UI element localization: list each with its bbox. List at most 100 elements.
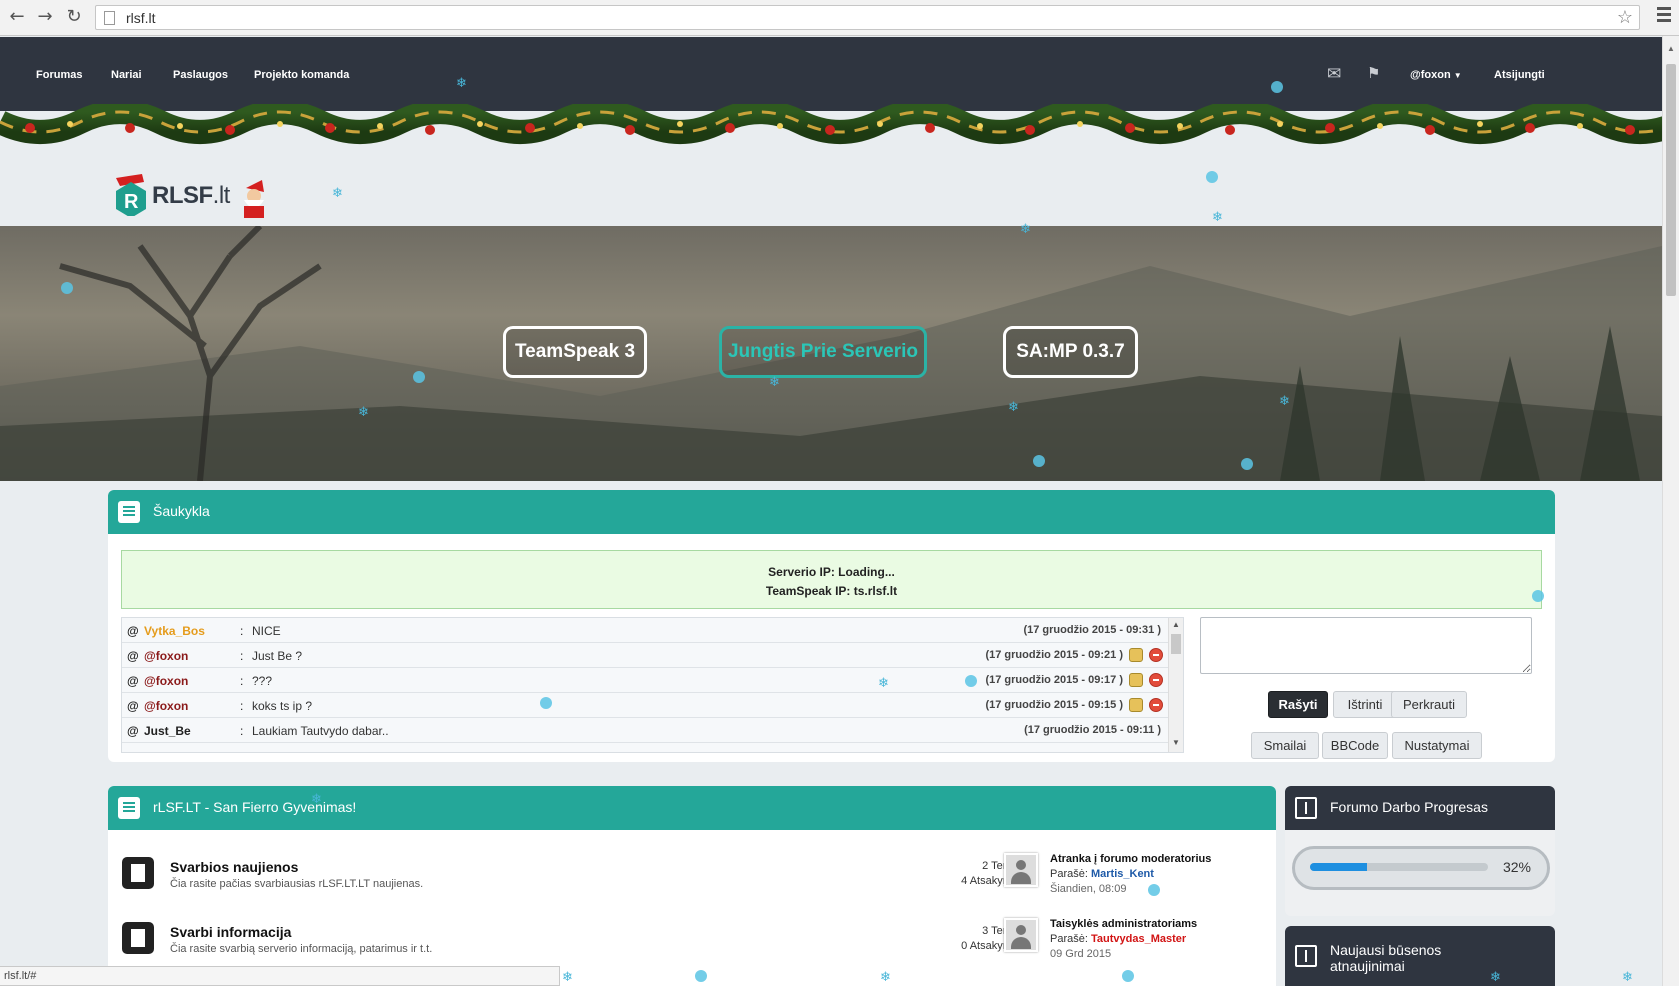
last-post-title[interactable]: Taisyklės administratoriams — [1050, 918, 1197, 930]
reload-button[interactable]: Perkrauti — [1391, 691, 1467, 718]
forum-category-header: rLSF.LT - San Fierro Gyvenimas! — [108, 786, 1276, 830]
browser-status-bar: rlsf.lt/# — [0, 966, 560, 986]
shout-time: (17 gruodžio 2015 - 09:31 ) — [1023, 624, 1161, 636]
shout-row: @ Vytka_Bos : NICE (17 gruodžio 2015 - 0… — [122, 618, 1183, 643]
mention-icon[interactable]: @ — [127, 649, 139, 663]
last-post-title[interactable]: Atranka į forumo moderatorius — [1050, 853, 1211, 865]
forum-stats: 2 Temų 4 Atsakymų — [858, 859, 1018, 889]
nav-paslaugos[interactable]: Paslaugos — [173, 69, 228, 81]
progress-title: Forumo Darbo Progresas — [1330, 799, 1488, 815]
forum-name[interactable]: Svarbios naujienos — [170, 859, 298, 875]
address-bar[interactable]: rlsf.lt ☆ — [95, 5, 1640, 30]
edit-icon[interactable] — [1129, 673, 1143, 687]
delete-icon[interactable] — [1149, 648, 1163, 662]
browser-menu-icon[interactable] — [1657, 7, 1671, 25]
join-server-button[interactable]: Jungtis Prie Serverio — [719, 326, 927, 378]
edit-icon[interactable] — [1129, 698, 1143, 712]
page-scrollbar[interactable]: ▲ — [1662, 36, 1679, 986]
forum-category-title[interactable]: rLSF.LT - San Fierro Gyvenimas! — [153, 799, 356, 815]
last-post-date: 09 Grd 2015 — [1050, 948, 1112, 960]
teamspeak-ip: TeamSpeak IP: ts.rlsf.lt — [765, 584, 898, 598]
reply-count: 4 Atsakymų — [961, 875, 1018, 887]
messages-icon[interactable]: ✉ — [1327, 64, 1341, 84]
delete-icon[interactable] — [1149, 673, 1163, 687]
forum-stats: 3 Temų 0 Atsakymų — [858, 924, 1018, 954]
shout-input[interactable] — [1200, 617, 1532, 674]
shout-message: ??? — [252, 674, 273, 688]
shout-user[interactable]: Just_Be — [144, 724, 191, 738]
site-logo[interactable]: R RLSF.lt — [112, 172, 272, 220]
clear-button[interactable]: Ištrinti — [1333, 691, 1397, 718]
logout-link[interactable]: Atsijungti — [1494, 69, 1545, 81]
forum-icon — [122, 922, 154, 954]
shout-user[interactable]: Vytka_Bos — [144, 624, 205, 638]
mention-icon[interactable]: @ — [127, 624, 139, 638]
user-menu[interactable]: @foxon ▼ — [1410, 69, 1462, 81]
shout-message: Laukiam Tautvydo dabar.. — [252, 724, 389, 738]
progress-percent: 32% — [1502, 859, 1531, 875]
status-updates-panel: Naujausi būsenos atnaujinimai — [1285, 926, 1555, 986]
shout-time: (17 gruodžio 2015 - 09:21 ) — [985, 649, 1123, 661]
shout-list[interactable]: @ Vytka_Bos : NICE (17 gruodžio 2015 - 0… — [121, 617, 1184, 753]
samp-button[interactable]: SA:MP 0.3.7 — [1003, 326, 1138, 378]
mention-icon[interactable]: @ — [127, 724, 139, 738]
delete-icon[interactable] — [1149, 698, 1163, 712]
shout-time: (17 gruodžio 2015 - 09:17 ) — [985, 674, 1123, 686]
scroll-thumb[interactable] — [1666, 64, 1676, 296]
nav-projekto-komanda[interactable]: Projekto komanda — [254, 69, 349, 81]
status-updates-title: Naujausi būsenos atnaujinimai — [1330, 942, 1442, 974]
server-ip: Serverio IP: Loading... — [768, 565, 895, 579]
shout-user[interactable]: @foxon — [144, 699, 188, 713]
url-text[interactable]: rlsf.lt — [126, 10, 156, 26]
back-icon[interactable]: ← — [6, 6, 28, 28]
last-post-date: Šiandien, 08:09 — [1050, 883, 1127, 895]
forum-description: Čia rasite svarbią serverio informaciją,… — [170, 943, 433, 955]
settings-button[interactable]: Nustatymai — [1392, 732, 1482, 759]
scroll-up-icon[interactable]: ▲ — [1172, 620, 1180, 629]
mention-icon[interactable]: @ — [127, 674, 139, 688]
author-link[interactable]: Martis_Kent — [1091, 868, 1154, 880]
page-icon — [104, 11, 115, 25]
shout-row: @ @foxon : koks ts ip ? (17 gruodžio 201… — [122, 693, 1183, 718]
avatar[interactable] — [1004, 918, 1038, 952]
forum-name[interactable]: Svarbi informacija — [170, 924, 291, 940]
shout-row: @ @foxon : ??? (17 gruodžio 2015 - 09:17… — [122, 668, 1183, 693]
shout-user[interactable]: @foxon — [144, 649, 188, 663]
logo-mark-icon: R — [116, 174, 146, 216]
snowflake-icon: ❄ — [1622, 970, 1633, 985]
edit-icon[interactable] — [1129, 648, 1143, 662]
shout-message: Just Be ? — [252, 649, 303, 663]
topic-count: 2 Temų — [982, 860, 1018, 872]
server-info-box: Serverio IP: Loading... TeamSpeak IP: ts… — [121, 550, 1542, 609]
separator: : — [240, 674, 244, 688]
last-post-author: Parašė: Martis_Kent — [1050, 868, 1154, 880]
mention-icon[interactable]: @ — [127, 699, 139, 713]
shout-message: koks ts ip ? — [252, 699, 313, 713]
shout-scrollbar[interactable]: ▲ ▼ — [1168, 618, 1183, 752]
author-link[interactable]: Tautvydas_Master — [1091, 933, 1186, 945]
hero-banner: TeamSpeak 3 Jungtis Prie Serverio SA:MP … — [0, 226, 1662, 481]
logo-text: RLSF.lt — [152, 182, 230, 209]
progress-header: Forumo Darbo Progresas — [1285, 786, 1555, 830]
santa-icon — [244, 180, 264, 218]
reload-icon[interactable]: ↻ — [63, 6, 85, 28]
list-icon — [118, 501, 140, 523]
scroll-up-icon[interactable]: ▲ — [1667, 44, 1675, 53]
write-button[interactable]: Rašyti — [1268, 691, 1328, 718]
smilies-button[interactable]: Smailai — [1251, 732, 1319, 759]
shout-scroll-thumb[interactable] — [1171, 634, 1181, 654]
shout-time: (17 gruodžio 2015 - 09:11 ) — [1024, 724, 1161, 736]
bbcode-button[interactable]: BBCode — [1322, 732, 1388, 759]
forward-icon[interactable]: → — [34, 6, 56, 28]
nav-forumas[interactable]: Forumas — [36, 69, 82, 81]
shout-user[interactable]: @foxon — [144, 674, 188, 688]
scroll-down-icon[interactable]: ▼ — [1172, 738, 1180, 747]
bookmark-star-icon[interactable]: ☆ — [1617, 7, 1633, 28]
nav-nariai[interactable]: Nariai — [111, 69, 142, 81]
svg-text:R: R — [124, 191, 139, 213]
notifications-icon[interactable]: ⚑ — [1367, 64, 1380, 82]
avatar[interactable] — [1004, 853, 1038, 887]
chevron-down-icon: ▼ — [1453, 71, 1462, 80]
forum-progress-bar: 32% — [1292, 846, 1550, 890]
teamspeak-button[interactable]: TeamSpeak 3 — [503, 326, 647, 378]
